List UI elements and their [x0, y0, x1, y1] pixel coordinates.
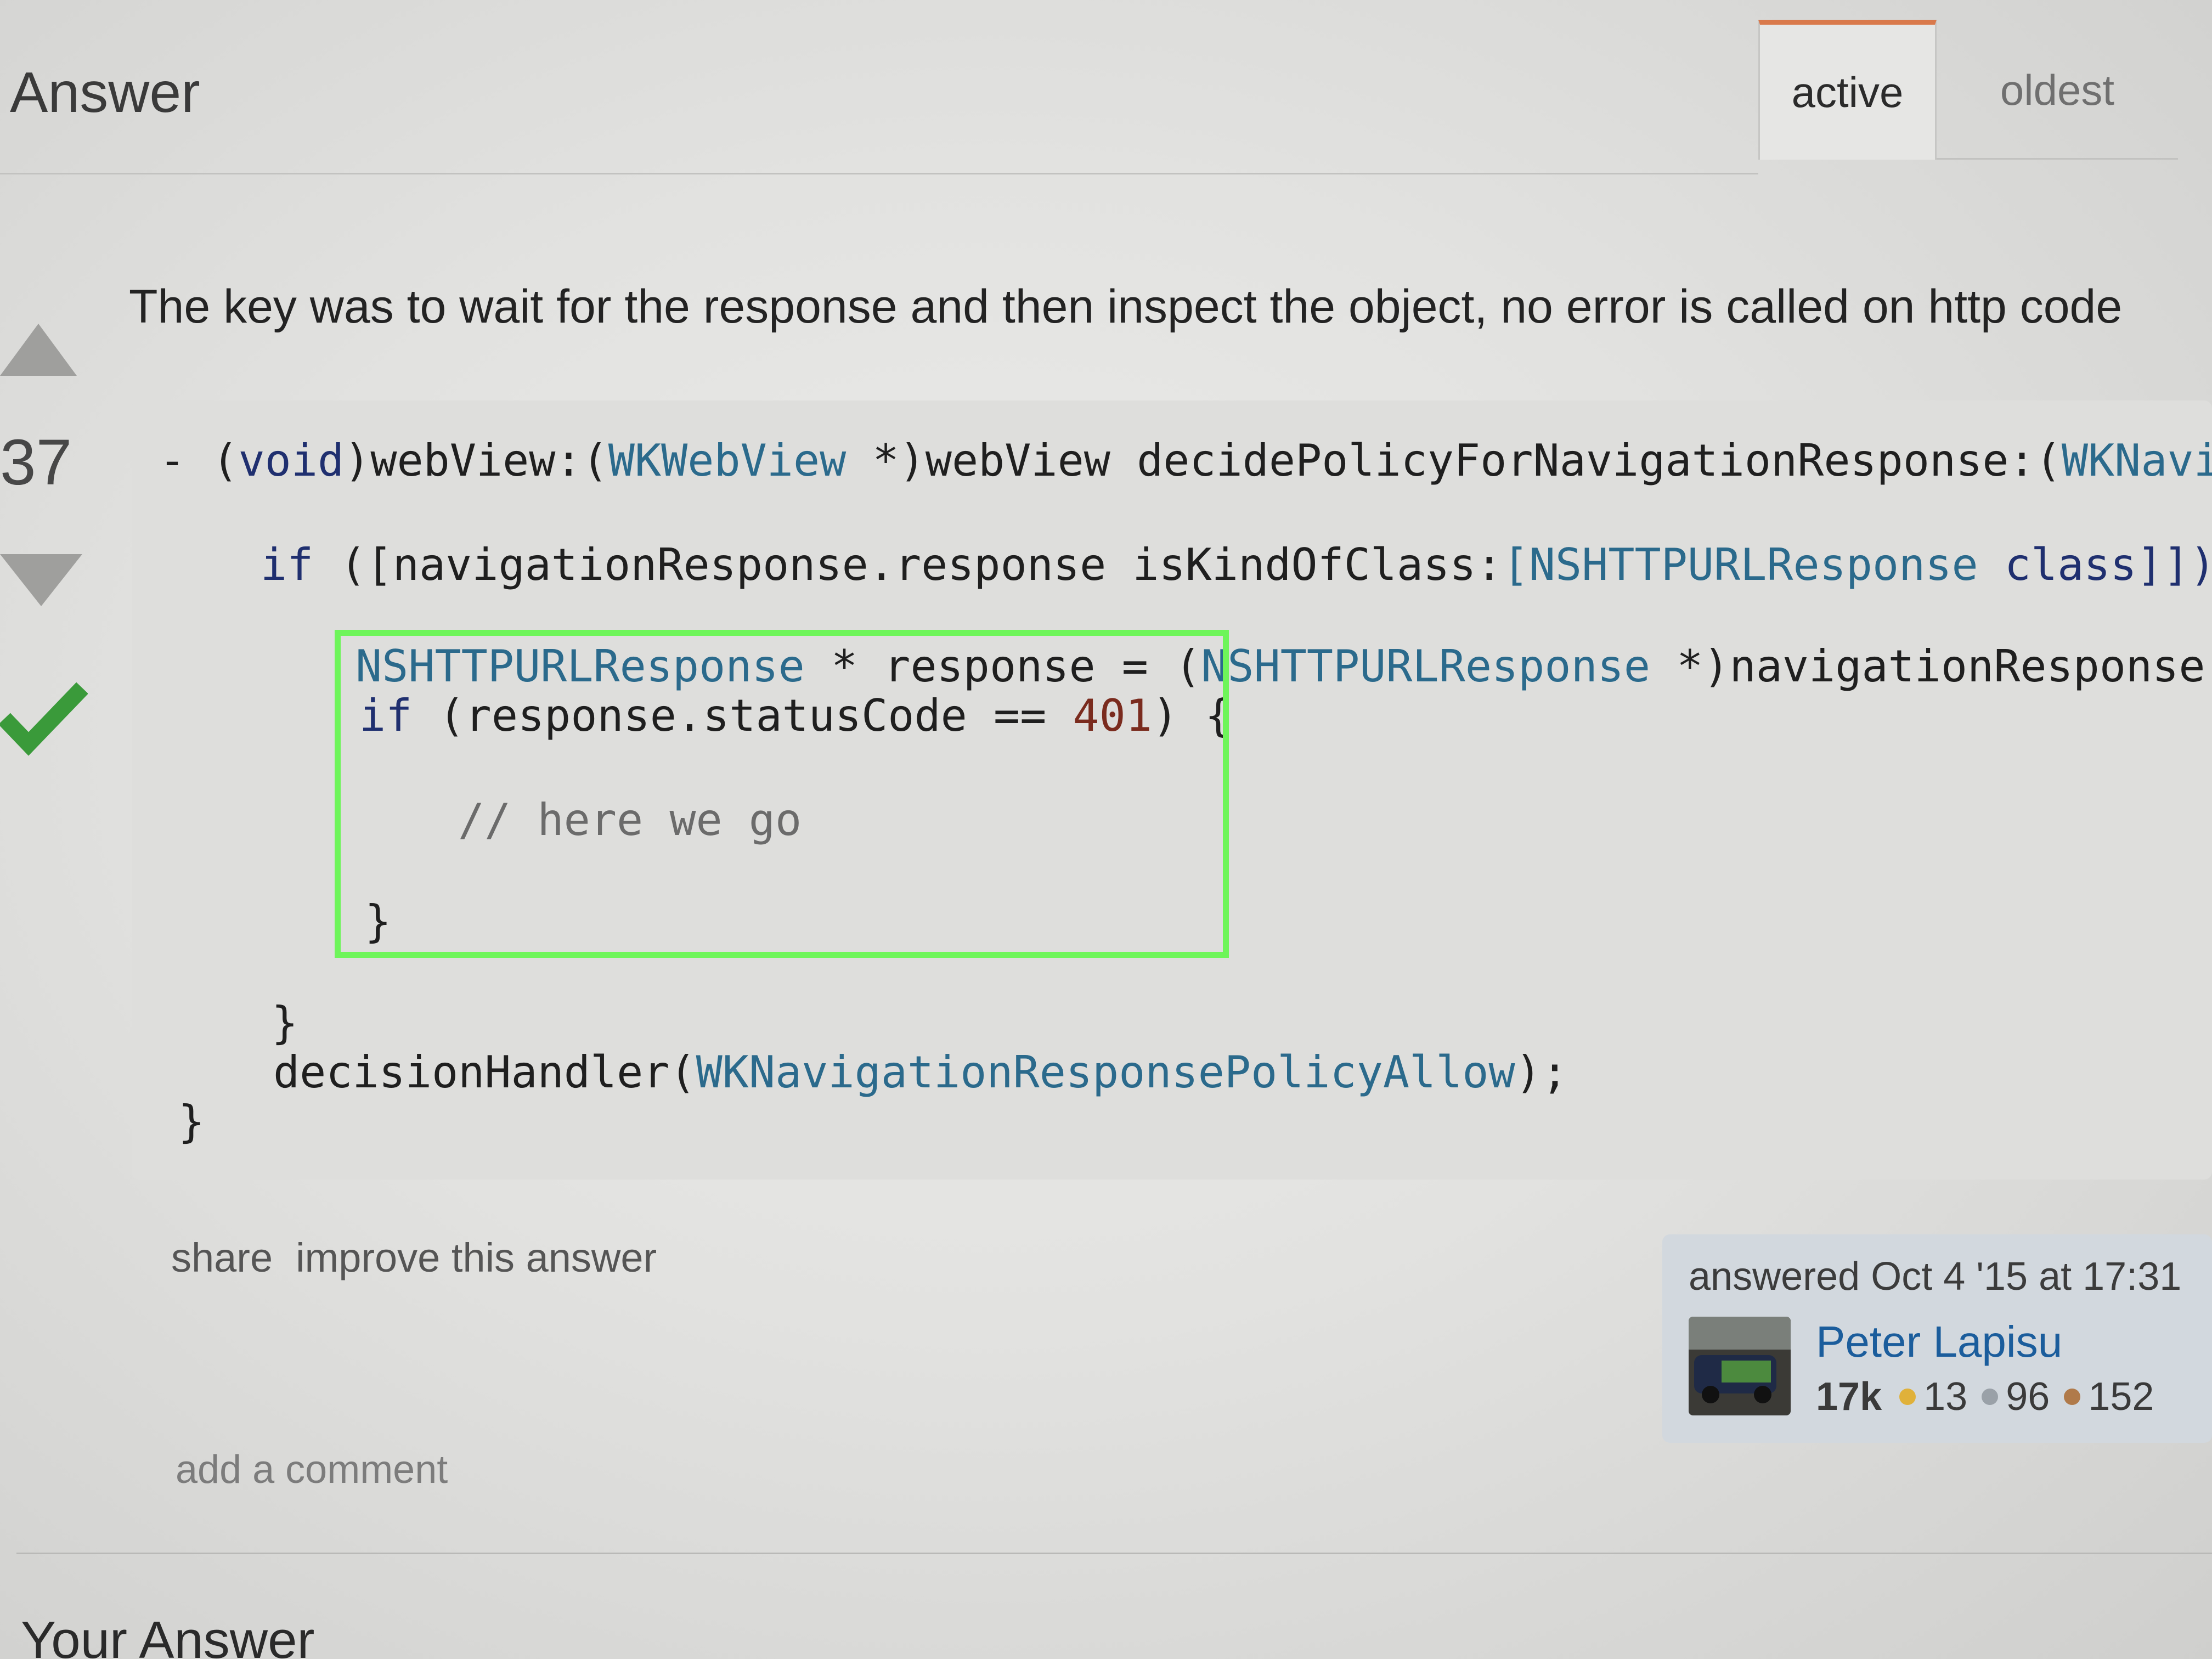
- answers-heading: Answer: [10, 61, 200, 125]
- user-stats: 17k 13 96 152: [1816, 1374, 2168, 1419]
- user-card: answered Oct 4 '15 at 17:31 Peter Lapisu…: [1662, 1234, 2212, 1443]
- bronze-badge-icon: [2064, 1389, 2081, 1405]
- gold-badge-icon: [1899, 1389, 1916, 1405]
- your-answer-heading: Your Answer: [21, 1611, 315, 1659]
- gold-badge-count: 13: [1923, 1375, 1968, 1419]
- add-comment-link[interactable]: add a comment: [176, 1447, 448, 1492]
- header-divider: [0, 173, 1758, 174]
- code-highlight-box: [335, 630, 1229, 958]
- answered-timestamp: answered Oct 4 '15 at 17:31: [1689, 1255, 2182, 1299]
- silver-badge-count: 96: [2006, 1375, 2050, 1419]
- vote-count: 37: [0, 426, 72, 499]
- answer-text: The key was to wait for the response and…: [129, 280, 2123, 333]
- code-line-7: }: [272, 997, 298, 1048]
- reputation-score: 17k: [1816, 1375, 1882, 1419]
- section-divider: [16, 1553, 2212, 1554]
- avatar[interactable]: [1689, 1317, 1791, 1415]
- code-line-9: }: [178, 1096, 205, 1147]
- silver-badge-icon: [1982, 1389, 1999, 1405]
- post-menu: share improve this answer: [171, 1234, 680, 1281]
- answer-page: Answer active oldest 37 The key was to w…: [0, 0, 2212, 1659]
- user-name-link[interactable]: Peter Lapisu: [1816, 1317, 2062, 1367]
- improve-answer-link[interactable]: improve this answer: [296, 1235, 657, 1280]
- tab-active[interactable]: active: [1758, 20, 1937, 160]
- code-line-1: - (void)webView:(WKWebView *)webView dec…: [159, 435, 2212, 486]
- downvote-arrow-icon[interactable]: [0, 554, 82, 606]
- bronze-badge-count: 152: [2088, 1375, 2154, 1419]
- code-line-2: if ([navigationResponse.response isKindO…: [261, 539, 2212, 590]
- code-line-8: decisionHandler(WKNavigationResponsePoli…: [273, 1047, 1568, 1098]
- sort-tabs: active oldest: [1758, 20, 2178, 160]
- share-link[interactable]: share: [171, 1235, 273, 1280]
- upvote-arrow-icon[interactable]: [0, 324, 77, 376]
- tab-oldest[interactable]: oldest: [1937, 22, 2178, 160]
- accepted-checkmark-icon: [0, 682, 88, 756]
